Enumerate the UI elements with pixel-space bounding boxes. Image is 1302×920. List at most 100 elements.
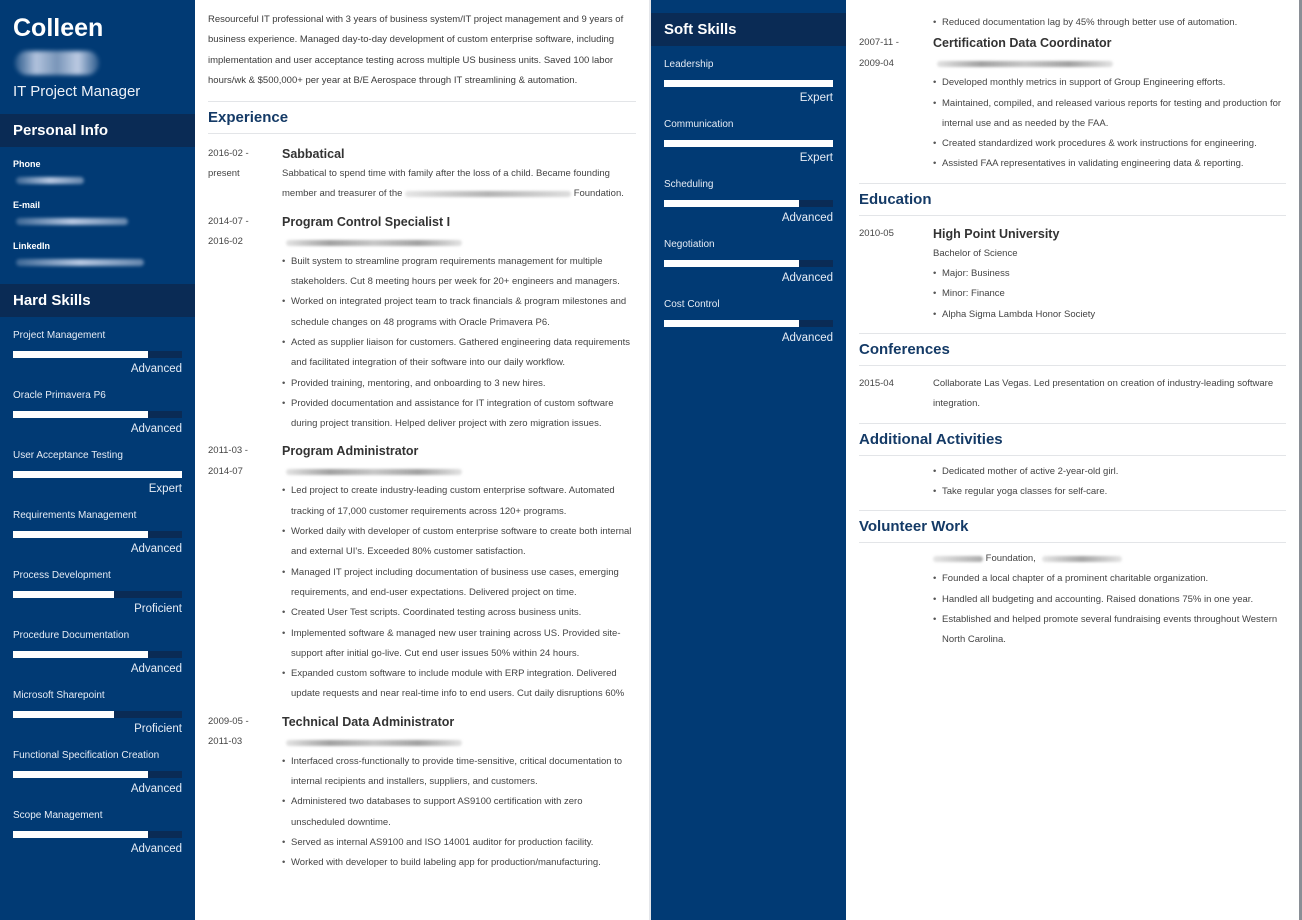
jobs-list: 2014-07 - 2016-02 Program Control Speciali… xyxy=(195,212,649,874)
date-start: 2009-05 - xyxy=(208,715,249,727)
skill-name: Functional Specification Creation xyxy=(13,750,160,761)
entry-body: High Point University Bachelor of Scienc… xyxy=(933,224,1286,325)
activities-entry: Dedicated mother of active 2-year-old gi… xyxy=(846,462,1299,503)
skill-level: Advanced xyxy=(781,212,833,224)
bullet-item: Founded a local chapter of a prominent c… xyxy=(933,569,1286,590)
skill-item: Microsoft Sharepoint Proficient xyxy=(0,690,195,737)
skill-level: Proficient xyxy=(134,723,182,735)
skill-item: Project Management Advanced xyxy=(0,330,195,377)
skill-level: Advanced xyxy=(130,843,182,855)
bullet-item: Implemented software & managed new user … xyxy=(282,624,636,665)
entry-dates: 2009-05 - 2011-03 xyxy=(208,712,282,874)
education-heading: Education xyxy=(859,190,932,208)
skill-name: Cost Control xyxy=(664,299,720,310)
redacted-surname xyxy=(15,51,99,75)
redacted-phone xyxy=(16,177,84,184)
job-title: Sabbatical xyxy=(282,147,345,162)
redacted-email[interactable] xyxy=(16,218,128,225)
redacted-company xyxy=(937,61,1113,68)
redacted-location xyxy=(1042,555,1123,562)
redacted-company xyxy=(286,469,462,476)
bullet-item: Handled all budgeting and accounting. Ra… xyxy=(933,590,1286,611)
skill-bar-track xyxy=(664,200,833,207)
skill-bar-track xyxy=(13,831,182,838)
skill-level: Expert xyxy=(799,152,833,164)
entry-body: Foundation, Founded a local chapter of a… xyxy=(933,549,1286,650)
additional-activities-heading: Additional Activities xyxy=(859,430,1003,448)
bullet-list: Built system to streamline program requi… xyxy=(282,252,636,435)
skill-name: Scope Management xyxy=(13,810,103,821)
divider xyxy=(859,214,1286,216)
personal-info-field: Phone xyxy=(0,159,195,184)
skill-bar-fill xyxy=(13,591,115,598)
personal-info-heading: Personal Info xyxy=(0,114,195,147)
volunteer-work-heading: Volunteer Work xyxy=(859,518,969,536)
bullet-item: Worked daily with developer of custom en… xyxy=(282,522,636,563)
skill-bar-fill xyxy=(664,140,833,147)
bullet-list: Dedicated mother of active 2-year-old gi… xyxy=(933,462,1286,503)
experience-heading: Experience xyxy=(208,109,289,127)
bullet-list: Founded a local chapter of a prominent c… xyxy=(933,569,1286,650)
skill-item: Procedure Documentation Advanced xyxy=(0,630,195,677)
soft-skills-heading: Soft Skills xyxy=(651,13,846,46)
personal-info-field: LinkedIn xyxy=(0,241,195,266)
bullet-item: Interfaced cross-functionally to provide… xyxy=(282,752,636,793)
skill-bar-fill xyxy=(664,320,800,327)
skill-bar-track xyxy=(664,140,833,147)
bullet-item: Expanded custom software to include modu… xyxy=(282,664,636,705)
date-start: 2016-02 - xyxy=(208,148,249,160)
bullet-list: Developed monthly metrics in support of … xyxy=(933,73,1286,175)
skill-bar-fill xyxy=(664,260,800,267)
skill-item: Requirements Management Advanced xyxy=(0,510,195,557)
skill-bar-fill xyxy=(13,771,149,778)
skill-bar-fill xyxy=(13,351,149,358)
skill-name: Microsoft Sharepoint xyxy=(13,690,105,701)
redacted-linkedin[interactable] xyxy=(16,259,144,266)
bullet-item: Led project to create industry-leading c… xyxy=(282,481,636,522)
bullet-item: Provided training, mentoring, and onboar… xyxy=(282,374,636,395)
redacted-org-name xyxy=(933,555,983,562)
skill-bar-track xyxy=(13,471,182,478)
candidate-name: Colleen xyxy=(13,14,104,42)
hard-skills-list: Project Management Advanced Oracle Primave… xyxy=(0,330,195,857)
date-end: 2014-07 xyxy=(208,465,243,477)
experience-entry-continued: Reduced documentation lag by 45% through… xyxy=(846,0,1299,34)
skill-name: Oracle Primavera P6 xyxy=(13,390,106,401)
bullet-item: Worked on integrated project team to tra… xyxy=(282,292,636,333)
bullet-list: Major: BusinessMinor: FinanceAlpha Sigma… xyxy=(933,264,1286,325)
volunteer-entry: Foundation, Founded a local chapter of a… xyxy=(846,549,1299,650)
bullet-item: Provided documentation and assistance fo… xyxy=(282,394,636,435)
resume-page-2: Soft Skills Leadership Expert Communicatio… xyxy=(651,0,1302,920)
bullet-item: Created standardized work procedures & w… xyxy=(933,134,1286,155)
skill-level: Advanced xyxy=(130,423,182,435)
sidebar: Soft Skills Leadership Expert Communicatio… xyxy=(651,0,846,920)
skill-level: Advanced xyxy=(130,363,182,375)
skill-bar-fill xyxy=(13,411,149,418)
job-description: Sabbatical to spend time with family aft… xyxy=(282,164,636,205)
bullet-item: Major: Business xyxy=(933,264,1286,285)
bullet-item: Dedicated mother of active 2-year-old gi… xyxy=(933,462,1286,483)
professional-summary: Resourceful IT professional with 3 years… xyxy=(208,14,624,86)
volunteer-organization: Foundation, xyxy=(933,549,1286,569)
date-start: 2011-03 - xyxy=(208,445,248,457)
conferences-heading: Conferences xyxy=(859,340,950,358)
email-label: E-mail xyxy=(13,200,41,210)
skill-bar-track xyxy=(13,531,182,538)
skill-bar-track xyxy=(13,651,182,658)
bullet-item: Maintained, compiled, and released vario… xyxy=(933,94,1286,135)
skill-name: Communication xyxy=(664,119,734,130)
redacted-company xyxy=(286,739,462,746)
main-content: Reduced documentation lag by 45% through… xyxy=(846,0,1302,920)
bullet-item: Minor: Finance xyxy=(933,284,1286,305)
date-end: 2016-02 xyxy=(208,236,243,248)
bullet-list: Interfaced cross-functionally to provide… xyxy=(282,752,636,874)
bullet-item: Built system to streamline program requi… xyxy=(282,252,636,293)
school-name: High Point University xyxy=(933,226,1060,241)
experience-entry: 2014-07 - 2016-02 Program Control Speciali… xyxy=(195,212,649,435)
skill-item: Leadership Expert xyxy=(651,59,846,106)
skill-item: Oracle Primavera P6 Advanced xyxy=(0,390,195,437)
skill-item: Functional Specification Creation Advance… xyxy=(0,750,195,797)
skill-level: Expert xyxy=(148,483,182,495)
skill-name: Scheduling xyxy=(664,179,714,190)
skill-bar-track xyxy=(13,771,182,778)
